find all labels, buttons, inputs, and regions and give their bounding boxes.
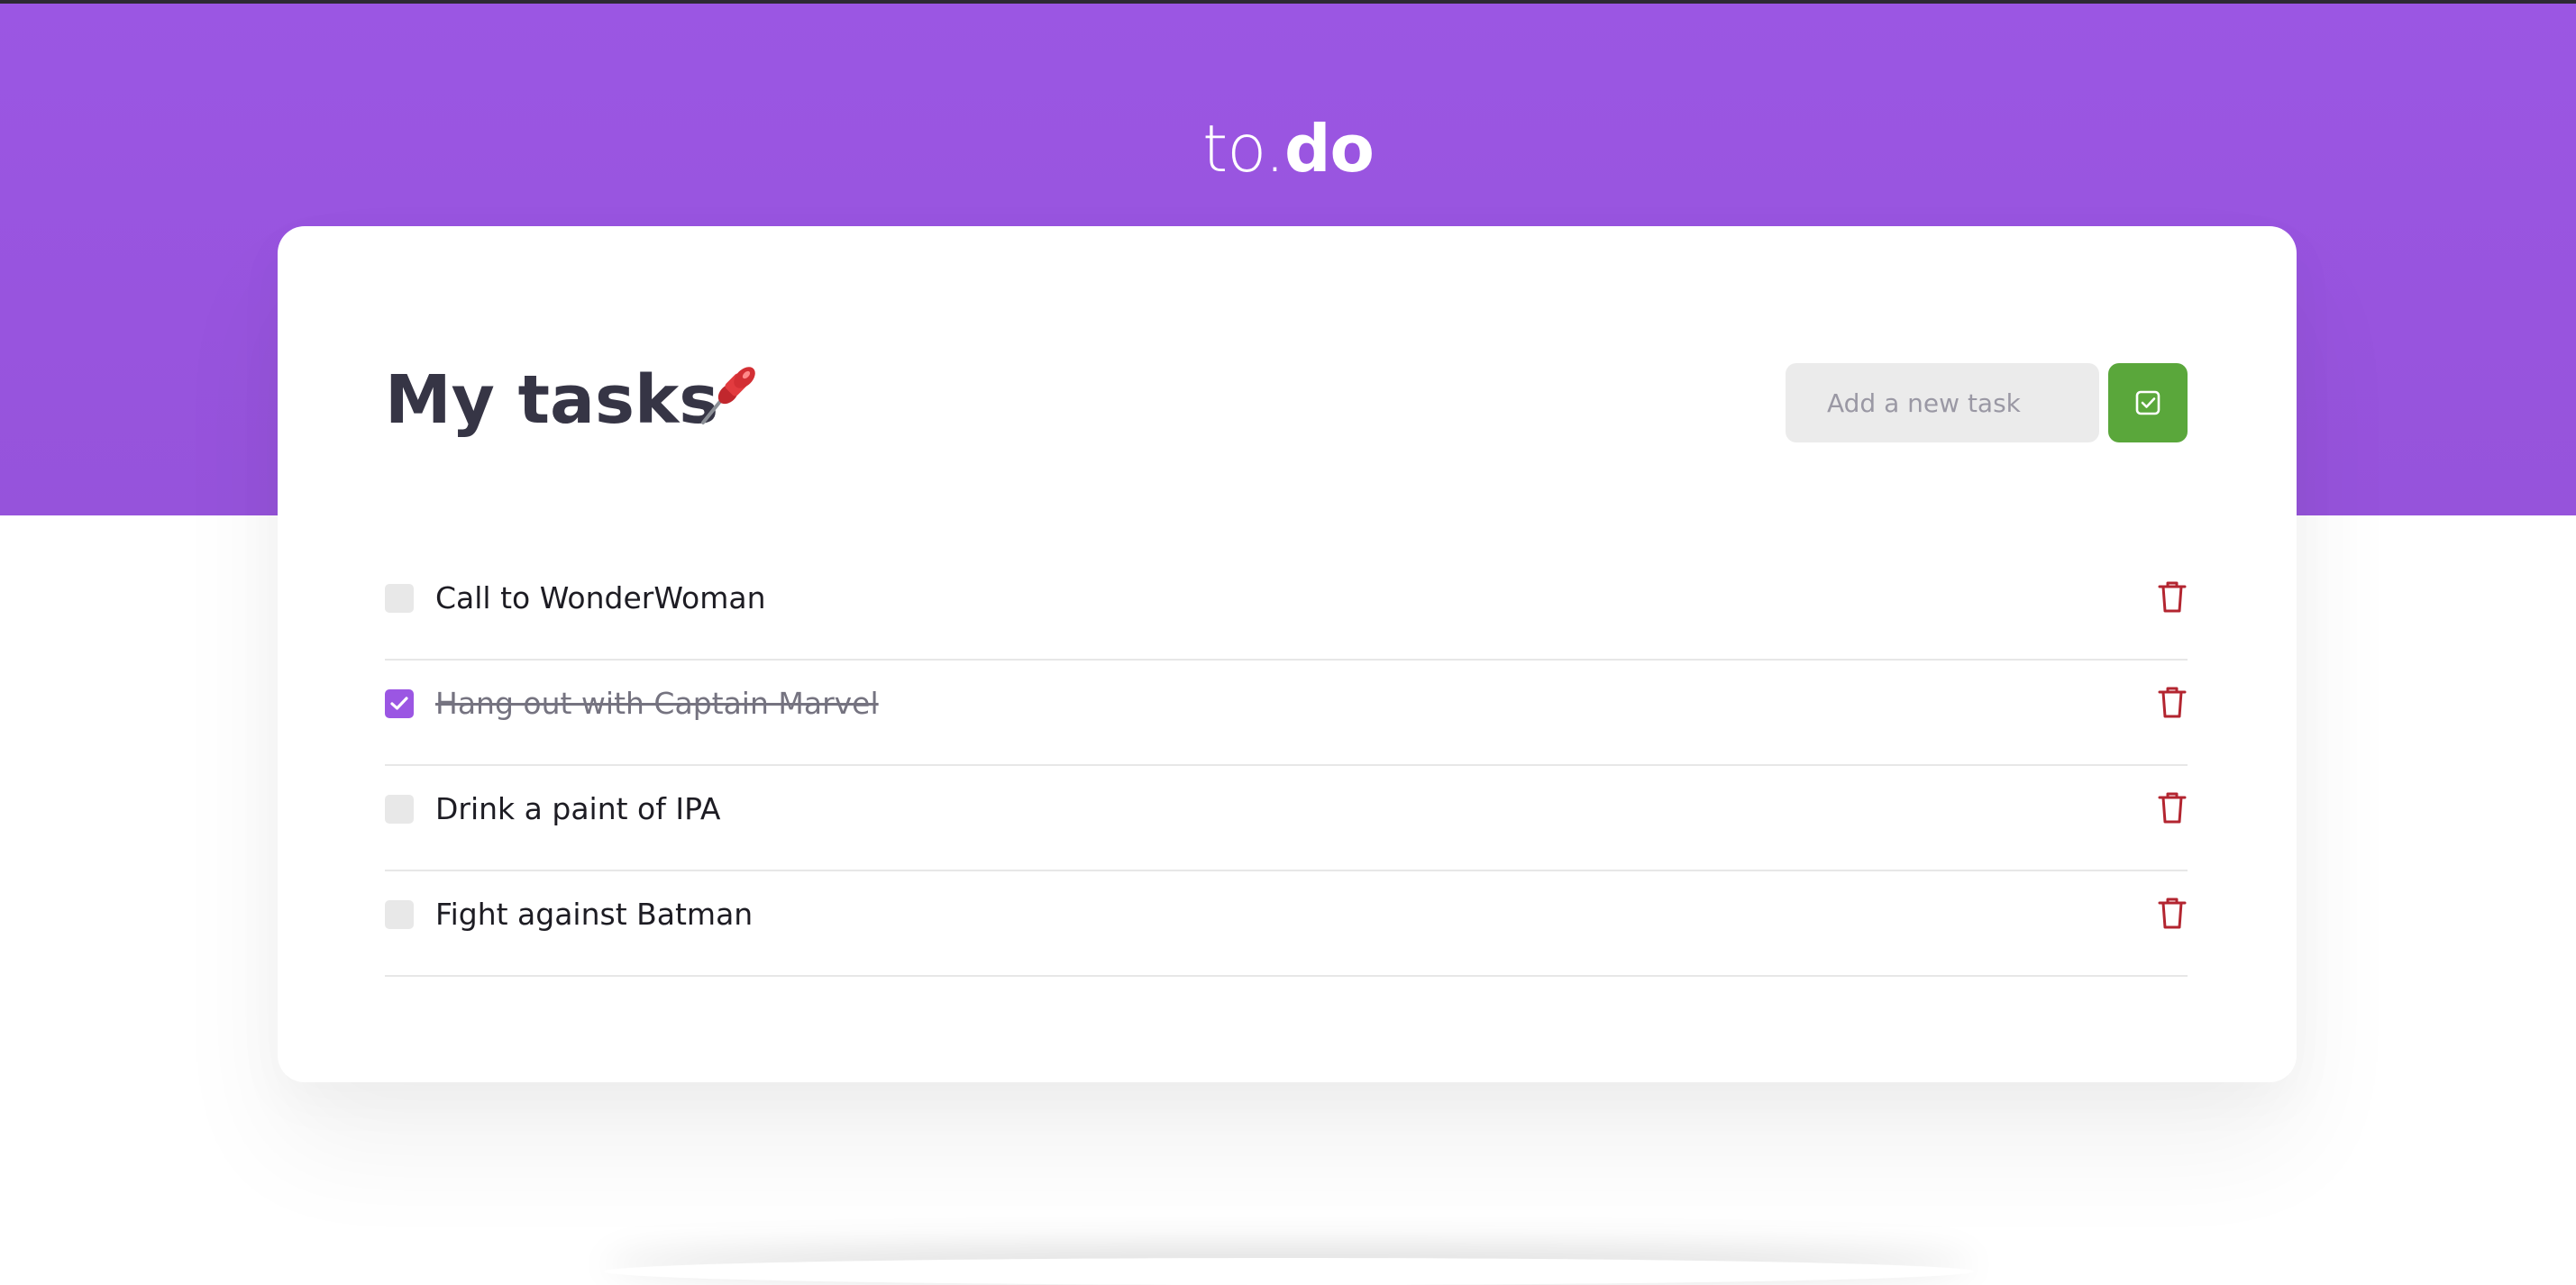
task-checkbox[interactable] xyxy=(385,900,414,929)
task-item: Fight against Batman xyxy=(385,871,2188,977)
add-task-button[interactable] xyxy=(2108,363,2188,442)
checkmark-icon xyxy=(390,697,408,710)
app-logo: to.do xyxy=(0,101,2576,196)
next-card-shadow xyxy=(604,1258,1974,1285)
task-checkbox[interactable] xyxy=(385,584,414,613)
task-label: Fight against Batman xyxy=(435,897,754,932)
task-checkbox[interactable] xyxy=(385,795,414,824)
task-list: Call to WonderWoman Hang out with Captai… xyxy=(385,555,2188,977)
tasks-card: My tasks Call to WonderWoman Ha xyxy=(278,226,2297,1082)
task-label: Call to WonderWoman xyxy=(435,580,766,615)
trash-icon[interactable] xyxy=(2157,896,2188,930)
task-checkbox-checked[interactable] xyxy=(385,689,414,718)
pushpin-icon xyxy=(692,361,761,430)
trash-icon[interactable] xyxy=(2157,579,2188,614)
logo-bold-part: do xyxy=(1283,111,1375,187)
task-item: Hang out with Captain Marvel xyxy=(385,661,2188,766)
check-square-icon xyxy=(2135,390,2160,415)
trash-icon[interactable] xyxy=(2157,685,2188,719)
task-item: Call to WonderWoman xyxy=(385,555,2188,661)
trash-icon[interactable] xyxy=(2157,790,2188,825)
task-label-completed: Hang out with Captain Marvel xyxy=(435,686,879,721)
logo-light-part: to. xyxy=(1202,111,1285,187)
task-item: Drink a paint of IPA xyxy=(385,766,2188,871)
new-task-input[interactable] xyxy=(1786,363,2099,442)
page-title: My tasks xyxy=(385,361,719,439)
task-label: Drink a paint of IPA xyxy=(435,791,721,826)
